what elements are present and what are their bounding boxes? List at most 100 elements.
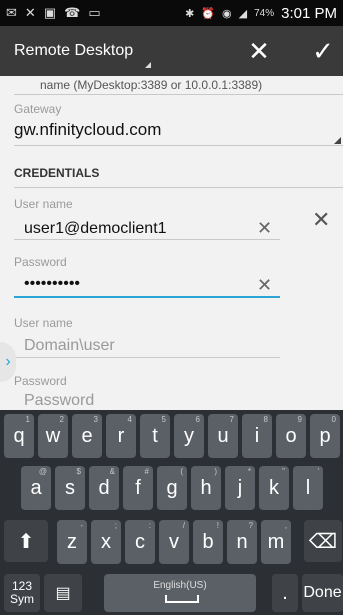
key-a-label: a (30, 476, 42, 499)
key-w[interactable]: 2w (38, 414, 68, 458)
status-bar: ✉ ✕ ▣ ☎ ▭ ✱ ⏰ ◉ ◢ 74% 3:01 PM (0, 0, 343, 26)
key-g[interactable]: (g (157, 466, 187, 510)
key-e-label: e (81, 424, 93, 447)
key-t[interactable]: 5t (140, 414, 170, 458)
backspace-key[interactable]: ⌫ (304, 520, 342, 562)
space-key[interactable]: English(US) (104, 574, 256, 612)
pc-name-underline (14, 94, 343, 95)
action-bar: Remote Desktop ✕ ✓ (0, 26, 343, 76)
username-field[interactable]: user1@democlient1 (24, 220, 167, 238)
key-j-alt: * (247, 467, 251, 476)
key-e-alt: 3 (93, 415, 98, 424)
key-c[interactable]: :c (125, 520, 155, 564)
system-icons: ✱ ⏰ ◉ ◢ 74% 3:01 PM (185, 5, 337, 22)
key-b-label: b (202, 530, 214, 553)
password-field[interactable]: •••••••••• (24, 275, 80, 293)
key-d[interactable]: & d (89, 466, 119, 510)
close-button[interactable]: ✕ (242, 34, 276, 68)
key-m-label: m (267, 530, 285, 553)
key-q-label: q (13, 424, 25, 447)
key-l-label: l (305, 476, 311, 499)
key-s-alt: $ (76, 467, 81, 476)
key-p-label: p (319, 424, 331, 447)
key-b[interactable]: ! b (193, 520, 223, 564)
key-e[interactable]: 3e (72, 414, 102, 458)
key-x-label: x (101, 530, 111, 553)
shift-key[interactable]: ⬆ (4, 520, 48, 562)
key-i-alt: 8 (263, 415, 268, 424)
key-o-label: o (285, 424, 297, 447)
key-z-alt: - (80, 521, 83, 530)
key-t-alt: 5 (161, 415, 166, 424)
credentials-divider (14, 187, 343, 188)
key-c-label: c (135, 530, 145, 553)
key-u[interactable]: 7u (208, 414, 238, 458)
key-n-alt: ? (248, 521, 253, 530)
gateway-dropdown-icon[interactable] (334, 137, 341, 144)
key-l-alt: ' (317, 467, 319, 476)
key-j[interactable]: * j (225, 466, 255, 510)
key-q-alt: 1 (25, 415, 30, 424)
key-z[interactable]: -z (57, 520, 87, 564)
signal-icon: ◢ (238, 7, 248, 20)
key-z-label: z (67, 530, 77, 553)
clear-password-icon[interactable]: ✕ (257, 275, 272, 296)
key-c-alt: : (148, 521, 151, 530)
period-key[interactable]: . (272, 574, 298, 612)
key-f[interactable]: # f (123, 466, 153, 510)
gallery-notification-icon: ▣ (43, 5, 57, 20)
confirm-check-button[interactable]: ✓ (306, 34, 340, 68)
key-r-label: r (117, 424, 125, 447)
key-p[interactable]: 0p (310, 414, 340, 458)
key-v[interactable]: / v (159, 520, 189, 564)
gateway-field[interactable]: gw.nfinitycloud.com (14, 120, 161, 140)
gateway-label: Gateway (14, 102, 62, 116)
done-key[interactable]: Done (302, 574, 343, 612)
key-k-alt: " (282, 467, 285, 476)
voicemail-notification-icon: ▭ (88, 5, 101, 20)
key-d-alt: & (109, 467, 115, 476)
key-s[interactable]: $ s (55, 466, 85, 510)
key-a-alt: @ (38, 467, 47, 476)
key-r[interactable]: 4r (106, 414, 136, 458)
clear-username-icon[interactable]: ✕ (257, 218, 272, 239)
key-n-label: n (236, 530, 248, 553)
username2-field[interactable]: Domain\user (24, 337, 115, 355)
key-y-label: y (184, 424, 194, 447)
battery-level: 74% (254, 7, 275, 19)
pc-name-hint: name (MyDesktop:3389 or 10.0.0.1:3389) (40, 78, 263, 92)
key-q[interactable]: 1q (4, 414, 34, 458)
gateway-underline (14, 145, 343, 146)
clock: 3:01 PM (281, 4, 337, 22)
key-d-label: d (98, 476, 110, 499)
clipboard-key[interactable]: ▤ (44, 574, 82, 612)
key-l[interactable]: ' l (293, 466, 323, 510)
key-r-alt: 4 (127, 415, 132, 424)
key-v-alt: / (182, 521, 185, 530)
key-p-alt: 0 (331, 415, 336, 424)
username-underline (14, 239, 280, 240)
key-m[interactable]: ,m (261, 520, 291, 564)
key-s-label: s (65, 476, 75, 499)
mail-notification-icon: ✉ (6, 5, 17, 20)
key-n[interactable]: ? n (227, 520, 257, 564)
phone-notification-icon: ☎ (64, 5, 81, 20)
key-a[interactable]: @ a (21, 466, 51, 510)
password2-field[interactable]: Password (24, 392, 94, 410)
key-k[interactable]: " k (259, 466, 289, 510)
username2-label: User name (14, 316, 73, 330)
notification-icons: ✉ ✕ ▣ ☎ ▭ (6, 5, 101, 21)
key-h-label: h (200, 476, 212, 499)
key-b-alt: ! (216, 521, 219, 530)
key-h[interactable]: ) h (191, 466, 221, 510)
key-k-label: k (269, 476, 279, 499)
key-f-label: f (135, 476, 141, 499)
key-i[interactable]: 8i (242, 414, 272, 458)
key-y[interactable]: 6y (174, 414, 204, 458)
remove-credentials-icon[interactable]: ✕ (312, 207, 330, 233)
key-o[interactable]: 9o (276, 414, 306, 458)
password-underline-active (14, 296, 280, 298)
key-x[interactable]: ; x (91, 520, 121, 564)
symbols-key[interactable]: 123 Sym (4, 574, 40, 612)
bluetooth-icon: ✱ (185, 7, 195, 20)
